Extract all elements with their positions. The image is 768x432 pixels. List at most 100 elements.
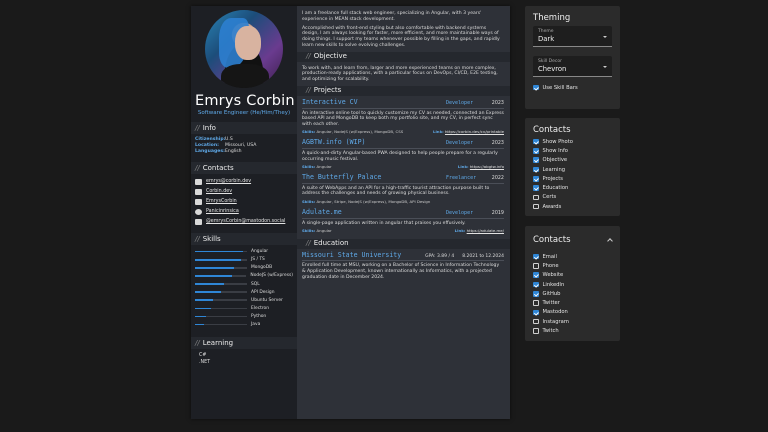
- checkbox-icon[interactable]: [533, 203, 539, 210]
- project-link[interactable]: Link: https://abgtw.info: [458, 164, 504, 170]
- cv-preview: Emrys Corbin Software Engineer (He/Him/T…: [191, 6, 510, 419]
- info-row: Languages: English: [195, 149, 242, 155]
- objective-heading: //Objective: [297, 51, 510, 62]
- option-twitter-checkbox[interactable]: Twitter: [533, 298, 612, 307]
- checkbox-icon[interactable]: [533, 84, 539, 91]
- option-projects-checkbox[interactable]: Projects: [533, 174, 612, 183]
- checkbox-icon[interactable]: [533, 185, 539, 191]
- skill-row: MongoDB: [195, 264, 293, 272]
- theme-select[interactable]: Theme Dark: [533, 26, 612, 47]
- checkbox-icon[interactable]: [533, 194, 539, 201]
- option-instagram-checkbox[interactable]: Instagram: [533, 317, 612, 326]
- checkbox-icon[interactable]: [533, 309, 539, 316]
- project-entry: AGBTW.info (WIP) Developer 2023 A quick-and…: [302, 139, 504, 170]
- checkbox-icon[interactable]: [533, 157, 539, 163]
- use-skill-bars-checkbox[interactable]: Use Skill Bars: [533, 83, 612, 92]
- option-learning-checkbox[interactable]: Learning: [533, 165, 612, 174]
- checkbox-icon[interactable]: [533, 176, 539, 182]
- skill-label: Angular: [251, 249, 269, 255]
- skill-bar-fill: [195, 250, 243, 253]
- project-role: Freelancer: [446, 174, 477, 181]
- skill-bar-fill: [195, 299, 214, 302]
- gpa: GPA: 3.89 / 4: [425, 253, 455, 259]
- contact-email[interactable]: emrys@corbin.dev: [195, 177, 293, 187]
- project-link[interactable]: Link: https://corbin.dev/cv/printable: [433, 129, 504, 135]
- option-twitch-checkbox[interactable]: Twitch: [533, 326, 612, 335]
- checkbox-icon[interactable]: [533, 300, 539, 306]
- theming-panel: Theming Theme Dark Skill Decor Chevron U…: [525, 6, 620, 109]
- checkbox-icon[interactable]: [533, 328, 539, 334]
- skill-row: Java: [195, 320, 293, 328]
- cv-sidebar: Emrys Corbin Software Engineer (He/Him/T…: [191, 6, 297, 419]
- option-linkedin-checkbox[interactable]: LinkedIn: [533, 280, 612, 289]
- option-website-checkbox[interactable]: Website: [533, 271, 612, 280]
- project-title: Interactive CV: [302, 97, 358, 106]
- skill-bar: [195, 315, 247, 318]
- learning-heading: //Learning: [191, 336, 297, 349]
- contact-website[interactable]: Corbin.dev: [195, 187, 293, 197]
- skill-bar-fill: [195, 307, 211, 310]
- skill-bar-fill: [195, 291, 221, 293]
- mail-icon: [195, 178, 202, 185]
- skill-decor-select[interactable]: Skill Decor Chevron: [533, 56, 612, 77]
- checkbox-icon[interactable]: [533, 166, 539, 173]
- option-objective-checkbox[interactable]: Objective: [533, 156, 612, 165]
- contact-github[interactable]: Panicinrinsica: [195, 207, 293, 217]
- option-awards-checkbox[interactable]: Awards: [533, 202, 612, 211]
- skill-row: Angular: [195, 248, 293, 256]
- project-link[interactable]: Link: https://adulate.me/: [455, 228, 504, 234]
- profile-photo: [205, 10, 283, 88]
- skill-row: Electron: [195, 304, 293, 312]
- option-show-info-checkbox[interactable]: Show Info: [533, 146, 612, 155]
- option-mastodon-checkbox[interactable]: Mastodon: [533, 308, 612, 317]
- option-education-checkbox[interactable]: Education: [533, 183, 612, 192]
- option-certs-checkbox[interactable]: Certs: [533, 193, 612, 202]
- checkbox-icon[interactable]: [533, 138, 539, 145]
- option-github-checkbox[interactable]: GitHub: [533, 289, 612, 298]
- checkbox-icon[interactable]: [533, 281, 539, 288]
- project-description: A suite of WebApps and an API for a high…: [302, 185, 490, 197]
- checkbox-icon[interactable]: [533, 253, 539, 260]
- objective-text: To work with, and learn from, larger and…: [302, 65, 498, 83]
- education-text: Enrolled full time at MSU, working on a …: [302, 263, 500, 280]
- skill-bar: [195, 291, 247, 293]
- skill-label: Python: [251, 313, 267, 319]
- intro-paragraph: I am a freelance full stack web engineer…: [302, 11, 482, 22]
- education-dates: 8.2021 to 12.2024: [462, 253, 504, 259]
- project-role: Developer: [446, 209, 474, 216]
- theming-title: Theming: [533, 13, 571, 23]
- project-year: 2022: [491, 175, 504, 181]
- contact-linkedin[interactable]: EmrysCorbin: [195, 197, 293, 207]
- skill-bar: [195, 275, 247, 277]
- skill-bar: [195, 307, 247, 310]
- contact-mastodon[interactable]: @emrysCorbin@mastodon.social: [195, 217, 293, 227]
- cv-main: I am a freelance full stack web engineer…: [297, 6, 510, 419]
- skill-row: Ubuntu Server: [195, 296, 293, 304]
- skill-label: Ubuntu Server: [251, 297, 283, 303]
- checkbox-icon[interactable]: [533, 318, 539, 325]
- skill-label: Electron: [251, 305, 270, 311]
- contacts-panel-title: Contacts: [533, 125, 571, 135]
- skill-label: API Design: [251, 289, 275, 295]
- option-phone-checkbox[interactable]: Phone: [533, 261, 612, 270]
- skill-bar: [195, 323, 247, 326]
- dropdown-caret-icon: [603, 36, 607, 38]
- school-name: Missouri State University: [302, 250, 402, 259]
- info-heading: //Info: [191, 122, 297, 134]
- project-description: A quick-and-dirty Angular-based PWA desi…: [302, 150, 498, 162]
- skill-label: Java: [251, 322, 261, 327]
- skill-bar-fill: [195, 283, 224, 285]
- option-show-photo-checkbox[interactable]: Show Photo: [533, 137, 612, 146]
- checkbox-icon[interactable]: [533, 148, 539, 154]
- option-email-checkbox[interactable]: Email: [533, 252, 612, 261]
- checkbox-icon[interactable]: [533, 272, 539, 278]
- cv-name: Emrys Corbin: [195, 93, 295, 109]
- project-entry: The Butterfly Palace Freelancer 2022 A suit…: [302, 174, 504, 205]
- checkbox-icon[interactable]: [533, 263, 539, 269]
- checkbox-icon[interactable]: [533, 291, 539, 297]
- education-heading: //Education: [297, 238, 510, 249]
- skill-bar-fill: [195, 258, 241, 261]
- skill-row: API Design: [195, 288, 293, 296]
- skill-bar: [195, 299, 247, 302]
- learning-item: C#: [199, 352, 207, 358]
